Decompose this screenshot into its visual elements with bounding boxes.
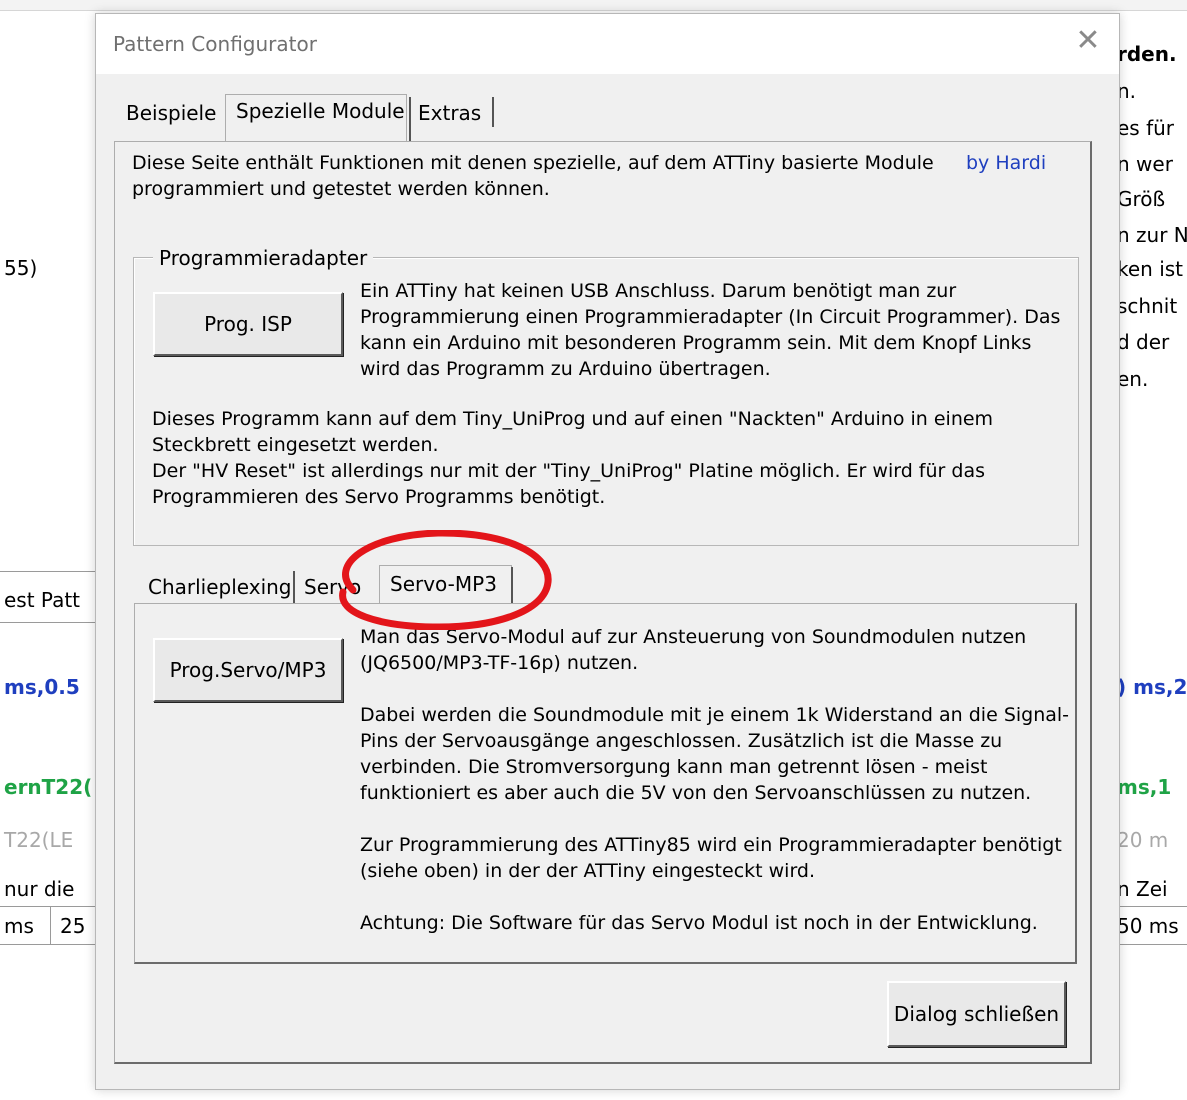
bg-text: en. bbox=[1117, 367, 1149, 391]
tab-separator bbox=[511, 567, 513, 603]
bg-text: nur die bbox=[4, 877, 75, 901]
tab-separator bbox=[409, 97, 411, 141]
subtab-servo[interactable]: Servo bbox=[304, 575, 361, 599]
servo-mp3-text: (siehe oben) in der der ATTiny eingestec… bbox=[360, 860, 816, 882]
group-desc-line: Programmierung einen Programmieradapter … bbox=[360, 306, 1061, 328]
bg-line bbox=[50, 906, 51, 944]
servo-mp3-text: Man das Servo-Modul auf zur Ansteuerung … bbox=[360, 626, 1027, 648]
intro-text: programmiert und getestet werden können. bbox=[132, 178, 550, 200]
bg-text: schnit bbox=[1117, 294, 1178, 318]
bg-text: ms,0.5 bbox=[4, 675, 80, 699]
dialog-close-button[interactable]: Dialog schließen bbox=[887, 981, 1066, 1047]
bg-text: rden. bbox=[1117, 42, 1177, 66]
dialog-title: Pattern Configurator bbox=[113, 32, 317, 56]
background-header-strip bbox=[0, 0, 1187, 11]
bg-text: ernT22( bbox=[4, 775, 93, 799]
bg-text: ms bbox=[4, 914, 34, 938]
bg-line bbox=[0, 571, 95, 572]
servo-mp3-text: verbinden. Die Stromversorgung kann man … bbox=[360, 756, 988, 778]
servo-mp3-text: Pins der Servoausgänge angeschlossen. Zu… bbox=[360, 730, 1003, 752]
group-desc-line: Ein ATTiny hat keinen USB Anschluss. Dar… bbox=[360, 280, 957, 302]
bg-line bbox=[0, 906, 95, 907]
bg-text: 20 m bbox=[1117, 828, 1169, 852]
prog-isp-button[interactable]: Prog. ISP bbox=[153, 292, 343, 356]
tab-separator bbox=[293, 571, 295, 603]
tab-spezielle-module[interactable]: Spezielle Module bbox=[225, 94, 407, 141]
bg-text: ms,1 bbox=[1117, 775, 1172, 799]
bg-text: 25 bbox=[60, 914, 86, 938]
bg-text: ) ms,2 bbox=[1117, 675, 1187, 699]
servo-mp3-text: Zur Programmierung des ATTiny85 wird ein… bbox=[360, 834, 1062, 856]
bg-text: 55) bbox=[4, 256, 38, 280]
bg-text: n Zei bbox=[1117, 877, 1168, 901]
by-hardi-link[interactable]: by Hardi bbox=[966, 150, 1046, 176]
bg-text: 50 ms bbox=[1117, 914, 1179, 938]
bg-text: est Patt bbox=[4, 588, 81, 612]
title-bar: Pattern Configurator ✕ bbox=[96, 14, 1119, 74]
bg-line bbox=[1118, 944, 1187, 945]
group-desc-line: wird das Programm zu Arduino übertragen. bbox=[360, 358, 771, 380]
group-note-line: Dieses Programm kann auf dem Tiny_UniPro… bbox=[152, 408, 994, 430]
prog-servo-mp3-button[interactable]: Prog.Servo/MP3 bbox=[153, 638, 343, 702]
bg-text: es für bbox=[1117, 116, 1175, 140]
bg-line bbox=[1118, 906, 1187, 907]
bg-text: d der bbox=[1117, 330, 1170, 354]
intro-text: Diese Seite enthält Funktionen mit denen… bbox=[132, 152, 934, 174]
servo-mp3-text: funktioniert es aber auch die 5V von den… bbox=[360, 782, 1032, 804]
bg-text: n wer bbox=[1117, 152, 1173, 176]
close-icon[interactable]: ✕ bbox=[1071, 24, 1105, 58]
group-desc-line: kann ein Arduino mit besonderen Programm… bbox=[360, 332, 1032, 354]
tab-beispiele[interactable]: Beispiele bbox=[126, 101, 216, 125]
bg-text: n zur N bbox=[1117, 223, 1187, 247]
tab-separator bbox=[492, 97, 494, 127]
bg-text: ken ist bbox=[1117, 257, 1184, 281]
group-note-line: Programmieren des Servo Programms benöti… bbox=[152, 486, 606, 508]
subtab-charlieplexing[interactable]: Charlieplexing bbox=[148, 575, 292, 599]
bg-line bbox=[0, 944, 95, 945]
bg-text: Größ bbox=[1117, 187, 1166, 211]
servo-mp3-text: Achtung: Die Software für das Servo Modu… bbox=[360, 912, 1038, 934]
bg-text: T22(LE bbox=[4, 828, 74, 852]
servo-mp3-text: (JQ6500/MP3-TF-16p) nutzen. bbox=[360, 652, 639, 674]
tab-extras[interactable]: Extras bbox=[418, 101, 481, 125]
group-note-line: Der "HV Reset" ist allerdings nur mit de… bbox=[152, 460, 985, 482]
servo-mp3-text: Dabei werden die Soundmodule mit je eine… bbox=[360, 704, 1070, 726]
group-note-line: Steckbrett eingesetzt werden. bbox=[152, 434, 439, 456]
group-label: Programmieradapter bbox=[153, 246, 374, 270]
subtab-servo-mp3[interactable]: Servo-MP3 bbox=[379, 565, 512, 604]
pattern-configurator-dialog: Pattern Configurator ✕ Beispiele Speziel… bbox=[95, 13, 1120, 1090]
bg-line bbox=[0, 622, 95, 623]
